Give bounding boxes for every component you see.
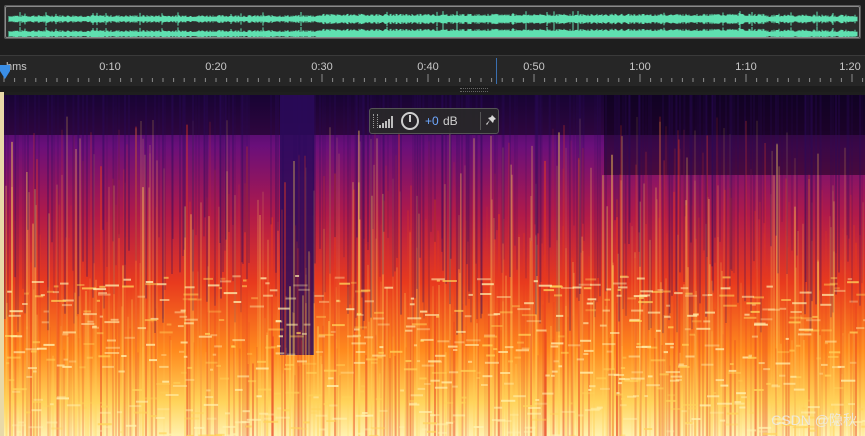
ruler-tick-label: 1:10 <box>735 61 757 73</box>
ruler-tick-label: 0:30 <box>311 61 333 73</box>
ruler-tick-label: 0:50 <box>523 61 545 73</box>
panel-gap <box>0 40 865 54</box>
time-ruler[interactable]: hms 0:10 0:20 0:30 0:40 0:50 1:00 1:10 1… <box>0 55 865 86</box>
ruler-tick-label: 0:10 <box>99 61 121 73</box>
ruler-tick-label: 1:20 <box>839 61 861 73</box>
ruler-tick-label: 0:20 <box>205 61 227 73</box>
splitter-grip-icon[interactable] <box>460 88 488 92</box>
spectrogram-graphic <box>4 95 865 436</box>
spectral-frequency-display[interactable] <box>4 95 865 436</box>
overview-viewport-frame[interactable] <box>5 6 860 38</box>
current-time-indicator[interactable] <box>496 58 497 84</box>
hud-volume-control[interactable]: +0 dB <box>369 108 499 134</box>
hud-drag-grip-icon[interactable] <box>373 114 378 128</box>
gain-unit: dB <box>443 114 458 128</box>
hud-divider <box>480 112 481 130</box>
watermark: CSDN @隐秋 <box>771 412 857 428</box>
playhead-marker-icon[interactable] <box>0 65 10 79</box>
ruler-tick-label: 1:00 <box>629 61 651 73</box>
panel-splitter[interactable] <box>0 86 865 92</box>
ruler-tick-label: 0:40 <box>417 61 439 73</box>
volume-knob-icon[interactable] <box>401 112 419 130</box>
gain-value[interactable]: +0 <box>425 114 439 128</box>
signal-bars-icon <box>379 116 393 128</box>
overview-waveform[interactable] <box>4 5 861 39</box>
pin-icon[interactable] <box>485 114 497 128</box>
